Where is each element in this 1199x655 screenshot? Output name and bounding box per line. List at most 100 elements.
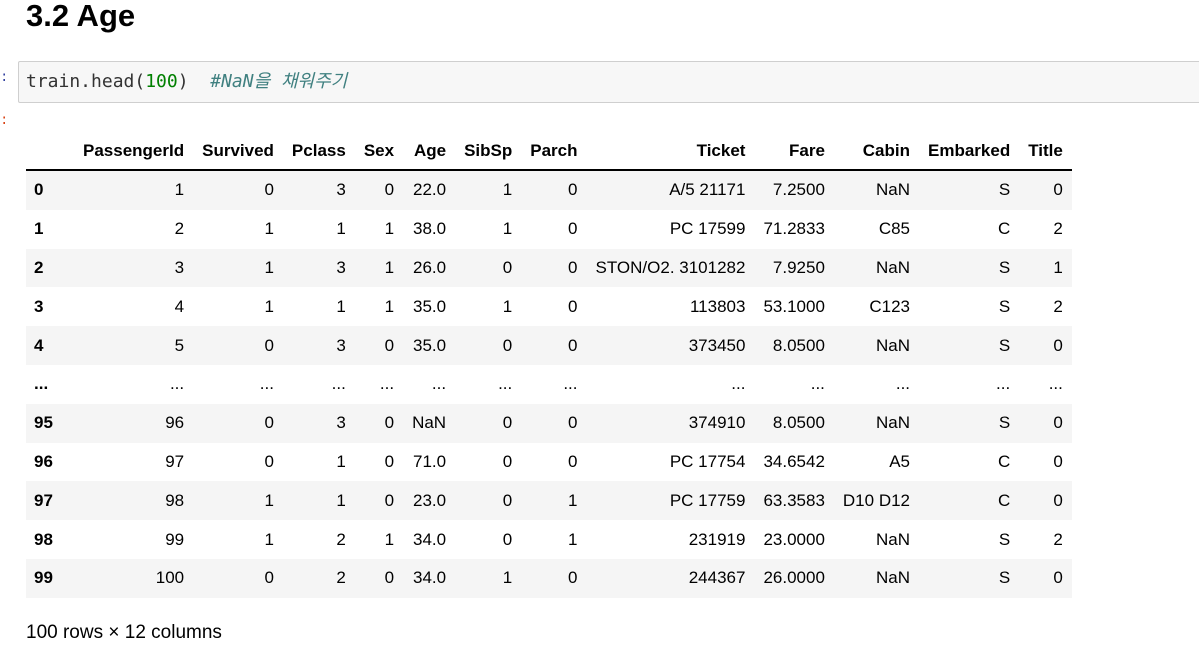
table-row: 99 100 0 2 0 34.0 1 0 244367 26.0000 NaN S 0 (26, 558, 1072, 598)
table-cell: 34.6542 (763, 451, 825, 471)
table-cell: 0 (264, 451, 274, 471)
table-cell: 34.0 (412, 529, 447, 549)
table-cell: 7.2500 (772, 180, 825, 200)
table-cell: ... (810, 374, 825, 394)
column-header: Embarked (919, 133, 1020, 171)
table-cell: 0 (384, 180, 395, 200)
table-cell: 0 (384, 413, 395, 433)
row-index: 97 (34, 490, 53, 510)
table-cell: 2 (1053, 219, 1063, 239)
table-cell: PC 17754 (669, 451, 746, 471)
code-cell-editor[interactable]: train.head(100) #NaN을 채워주기 (18, 61, 1199, 103)
table-cell: 22.0 (412, 180, 447, 200)
table-row: 98 99 1 2 1 34.0 0 1 231919 23.0000 NaN S 2 (26, 520, 1072, 559)
table-cell: 1 (384, 257, 395, 277)
table-cell: NaN (876, 568, 911, 588)
table-cell: C (997, 490, 1011, 510)
table-cell: 23.0000 (763, 529, 825, 549)
table-row: 96 97 0 1 0 71.0 0 0 PC 17754 34.6542 A5 C 0 (26, 442, 1072, 482)
table-cell: 0 (1053, 335, 1063, 355)
table-cell: 0 (264, 413, 274, 433)
table-cell: 1 (502, 219, 513, 239)
table-cell: A5 (889, 451, 911, 471)
table-cell: ... (1048, 374, 1063, 394)
table-cell: 0 (568, 451, 578, 471)
table-cell: 0 (568, 335, 578, 355)
table-cell: 1 (174, 180, 185, 200)
dataframe-table: PassengerId Survived Pclass Sex Age SibSp Parc… (26, 133, 1072, 598)
column-header: Parch (521, 133, 587, 171)
row-index: 3 (34, 296, 44, 316)
table-cell: C (997, 219, 1011, 239)
row-index: ... (34, 374, 49, 394)
table-cell: 26.0 (412, 257, 447, 277)
table-cell: 2 (1053, 296, 1063, 316)
table-cell: 3 (336, 180, 346, 200)
table-body: 0 1 0 3 0 22.0 1 0 A/5 21171 7.2500 NaN S 0 1 2 1 1 1 38.0… (26, 170, 1072, 598)
row-index: 1 (34, 219, 44, 239)
column-header: Title (1019, 133, 1072, 171)
code-call: train.head( (26, 71, 146, 92)
column-header: Sex (354, 133, 404, 171)
table-cell: 0 (502, 257, 513, 277)
table-cell: 0 (1053, 413, 1063, 433)
table-cell: 38.0 (412, 219, 447, 239)
table-cell: 0 (1053, 490, 1063, 510)
table-cell: PC 17759 (669, 490, 746, 510)
table-cell: NaN (876, 257, 911, 277)
table-row: 0 1 0 3 0 22.0 1 0 A/5 21171 7.2500 NaN S 0 (26, 170, 1072, 210)
table-cell: 0 (1053, 180, 1063, 200)
table-cell: 231919 (688, 529, 746, 549)
table-cell: 1 (568, 490, 578, 510)
code-paren-close: ) (177, 71, 211, 92)
table-cell: 2 (336, 568, 346, 588)
table-row: 1 2 1 1 1 38.0 1 0 PC 17599 71.2833 C85 C 2 (26, 209, 1072, 249)
table-cell: 0 (264, 335, 274, 355)
table-cell: 1 (264, 257, 274, 277)
table-cell: S (998, 180, 1011, 200)
table-cell: 0 (568, 568, 578, 588)
table-cell: 1 (502, 568, 513, 588)
table-cell: 1 (1053, 257, 1063, 277)
table-cell: NaN (876, 413, 911, 433)
table-cell: 0 (502, 335, 513, 355)
table-cell: STON/O2. 3101282 (595, 257, 746, 277)
table-cell: ... (895, 374, 911, 394)
table-cell: 3 (336, 335, 346, 355)
row-index: 95 (34, 413, 53, 433)
table-cell: 0 (264, 568, 274, 588)
table-cell: PC 17599 (669, 219, 746, 239)
code-line[interactable]: train.head(100) #NaN을 채워주기 (26, 71, 347, 93)
table-cell: 373450 (688, 335, 746, 355)
table-cell: 0 (568, 219, 578, 239)
column-header: Age (403, 133, 456, 171)
table-cell: 3 (336, 413, 346, 433)
table-cell: S (998, 335, 1011, 355)
table-cell: 0 (1053, 451, 1063, 471)
table-cell: 8.0500 (772, 413, 825, 433)
table-cell: NaN (876, 180, 911, 200)
table-cell: 1 (336, 451, 346, 471)
table-cell: 35.0 (412, 335, 447, 355)
column-header: Cabin (833, 133, 920, 171)
table-cell: 0 (568, 413, 578, 433)
table-cell: 23.0 (412, 490, 447, 510)
table-cell: 1 (336, 219, 346, 239)
table-cell: 4 (174, 296, 185, 316)
row-index: 96 (34, 451, 53, 471)
table-cell: 26.0000 (763, 568, 825, 588)
table-cell: 71.2833 (763, 219, 825, 239)
column-header: PassengerId (74, 133, 194, 171)
table-cell: 0 (502, 451, 513, 471)
table-cell: 0 (384, 451, 395, 471)
output-prompt: : (0, 113, 9, 129)
table-cell: 113803 (689, 296, 746, 316)
table-cell: S (998, 413, 1011, 433)
table-cell: 0 (502, 413, 513, 433)
table-cell: 1 (502, 180, 513, 200)
table-cell: S (998, 257, 1011, 277)
table-row: 3 4 1 1 1 35.0 1 0 113803 53.1000 C123 S 2 (26, 287, 1072, 327)
table-cell: 5 (174, 335, 185, 355)
table-cell: ... (498, 374, 513, 394)
column-header: Fare (754, 133, 834, 171)
